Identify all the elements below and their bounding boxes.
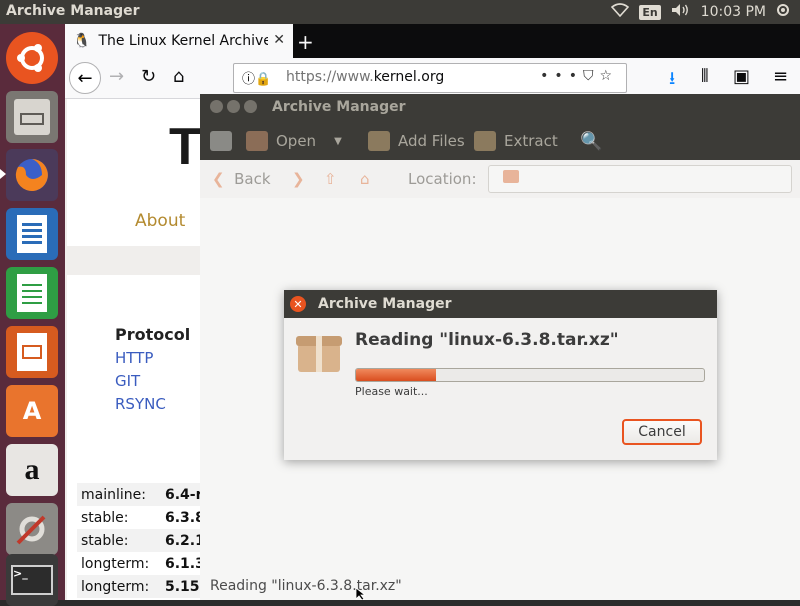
open-label: Open xyxy=(276,132,317,150)
close-icon[interactable]: ✕ xyxy=(290,296,306,312)
info-lock-icon[interactable]: ⓘ🔒 xyxy=(242,68,271,87)
libreoffice-impress-icon[interactable] xyxy=(6,326,58,378)
download-icon[interactable]: ⭳ xyxy=(669,66,675,96)
system-tray: En 10:03 PM xyxy=(611,3,790,21)
archive-toolbar: Open ▼ Add Files Extract 🔍 xyxy=(200,120,800,160)
software-center-icon[interactable]: A xyxy=(6,385,58,437)
url-bar[interactable]: ⓘ🔒 https://www.kernel.org •••⛉☆ xyxy=(233,63,627,93)
status-text: Reading "linux-6.3.8.tar.xz" xyxy=(210,578,402,594)
archive-box-icon xyxy=(296,336,342,372)
clock[interactable]: 10:03 PM xyxy=(701,4,766,20)
wifi-icon[interactable] xyxy=(611,3,630,21)
cancel-button[interactable]: Cancel xyxy=(622,419,702,445)
close-window-icon[interactable] xyxy=(210,100,223,113)
forward-arrow-icon[interactable]: → xyxy=(109,66,124,87)
sidebar-icon[interactable]: ▣ xyxy=(733,66,750,87)
search-icon: 🔍 xyxy=(580,131,603,152)
power-gear-icon[interactable] xyxy=(776,3,790,21)
active-app-title: Archive Manager xyxy=(6,3,140,19)
search-button[interactable]: 🔍 xyxy=(580,131,602,152)
new-archive-icon xyxy=(210,131,232,151)
add-files-button[interactable]: Add Files xyxy=(368,131,465,151)
back-arrow-icon[interactable]: ← xyxy=(69,62,101,94)
mouse-pointer-icon xyxy=(356,588,367,600)
browser-tab-strip: 🐧 The Linux Kernel Archive ✕ + xyxy=(65,24,800,58)
extract-label: Extract xyxy=(504,132,558,150)
maximize-window-icon[interactable] xyxy=(244,100,257,113)
open-button[interactable]: Open ▼ xyxy=(246,131,342,151)
dialog-heading: Reading "linux-6.3.8.tar.xz" xyxy=(355,330,619,350)
location-label: Location: xyxy=(408,170,477,188)
add-files-icon xyxy=(368,131,390,151)
firefox-icon[interactable] xyxy=(6,149,58,201)
add-files-label: Add Files xyxy=(398,132,465,150)
back-button[interactable]: ❮ Back xyxy=(212,170,271,188)
protocol-link-git[interactable]: GIT xyxy=(115,372,140,390)
location-bar: ❮ Back ❯ ⇧ ⌂ Location: xyxy=(200,160,800,198)
open-archive-icon xyxy=(246,131,268,151)
page-actions-icons[interactable]: •••⛉☆ xyxy=(540,68,618,84)
progress-fill xyxy=(356,369,437,381)
terminal-icon[interactable]: >_ xyxy=(6,554,58,606)
tab-title: The Linux Kernel Archive xyxy=(98,33,269,49)
folder-icon xyxy=(503,170,519,183)
window-controls xyxy=(210,100,257,113)
window-titlebar: Archive Manager xyxy=(200,94,800,120)
libreoffice-writer-icon[interactable] xyxy=(6,208,58,260)
window-title: Archive Manager xyxy=(272,99,406,115)
protocol-link-http[interactable]: HTTP xyxy=(115,349,153,367)
dialog-title: Archive Manager xyxy=(318,296,452,312)
extract-icon xyxy=(474,131,496,151)
progress-bar xyxy=(355,368,705,382)
browser-tab[interactable]: 🐧 The Linux Kernel Archive ✕ xyxy=(65,24,293,58)
location-field[interactable] xyxy=(488,165,792,193)
libreoffice-calc-icon[interactable] xyxy=(6,267,58,319)
url-text: https://www.kernel.org xyxy=(286,69,445,85)
file-cabinet-icon[interactable] xyxy=(6,91,58,143)
launcher: A a >_ xyxy=(0,24,65,606)
library-icon[interactable]: ⫴ xyxy=(701,66,709,87)
reload-icon[interactable]: ↻ xyxy=(141,66,156,87)
browser-navbar: ← → ↻ ⌂ ⓘ🔒 https://www.kernel.org •••⛉☆ … xyxy=(65,58,800,99)
top-panel: Archive Manager En 10:03 PM xyxy=(0,0,800,24)
settings-tools-icon[interactable] xyxy=(6,503,58,555)
volume-icon[interactable] xyxy=(671,3,691,21)
tux-favicon-icon: 🐧 xyxy=(73,33,91,49)
nav-about-link[interactable]: About xyxy=(135,211,185,231)
extract-button[interactable]: Extract xyxy=(474,131,558,151)
new-tab-icon[interactable]: + xyxy=(297,30,314,54)
dialog-subtext: Please wait... xyxy=(355,385,428,398)
minimize-window-icon[interactable] xyxy=(227,100,240,113)
new-archive-button[interactable] xyxy=(210,131,232,151)
amazon-icon[interactable]: a xyxy=(6,444,58,496)
hamburger-menu-icon[interactable]: ≡ xyxy=(773,66,788,87)
home-icon[interactable]: ⌂ xyxy=(173,66,184,87)
forward-arrow-icon[interactable]: ❯ xyxy=(292,170,305,188)
keyboard-layout-indicator[interactable]: En xyxy=(639,4,661,20)
protocol-heading: Protocol xyxy=(115,325,191,344)
close-tab-icon[interactable]: ✕ xyxy=(273,32,285,48)
ubuntu-logo-icon[interactable] xyxy=(6,32,58,84)
back-arrow-icon: ❮ xyxy=(212,170,225,188)
dialog-titlebar: ✕ Archive Manager xyxy=(284,290,717,318)
home-icon[interactable]: ⌂ xyxy=(360,170,370,188)
protocol-link-rsync[interactable]: RSYNC xyxy=(115,395,166,413)
chevron-down-icon[interactable]: ▼ xyxy=(334,136,342,147)
reading-progress-dialog: ✕ Archive Manager Reading "linux-6.3.8.t… xyxy=(284,290,717,460)
up-arrow-icon[interactable]: ⇧ xyxy=(324,170,337,188)
